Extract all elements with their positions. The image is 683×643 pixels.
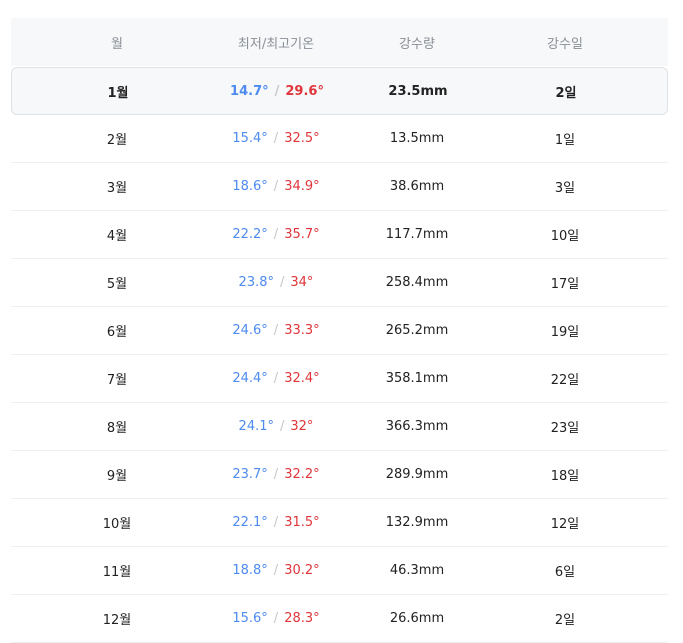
rain-days-cell: 10일: [550, 229, 580, 244]
low-temp: 23.7°: [232, 467, 268, 482]
high-temp: 35.7°: [284, 227, 320, 242]
high-temp: 30.2°: [284, 563, 320, 578]
temp-separator: /: [273, 371, 279, 386]
low-temp: 23.8°: [238, 275, 274, 290]
temp-separator: /: [280, 275, 285, 290]
rain-days-cell: 17일: [550, 277, 580, 292]
high-temp: 33.3°: [284, 323, 320, 338]
temp-separator: /: [280, 419, 285, 434]
high-temp: 31.5°: [284, 515, 320, 530]
low-temp: 24.1°: [238, 419, 274, 434]
table-row[interactable]: 6월 24.6°/33.3° 265.2mm 19일: [11, 307, 668, 355]
high-temp: 34.9°: [284, 179, 320, 194]
table-body: 1월 14.7°/29.6° 23.5mm 2일 2월 15.4°/32.5° 13.5mm…: [11, 67, 668, 643]
temp-separator: /: [273, 563, 279, 578]
high-temp: 32°: [290, 419, 314, 434]
high-temp: 28.3°: [284, 611, 320, 626]
low-temp: 18.8°: [232, 563, 268, 578]
rain-days-cell: 23일: [550, 421, 580, 436]
rain-days-cell: 1일: [554, 133, 576, 148]
table-row[interactable]: 4월 22.2°/35.7° 117.7mm 10일: [11, 211, 668, 259]
table-row[interactable]: 11월 18.8°/30.2° 46.3mm 6일: [11, 547, 668, 595]
high-temp: 34°: [290, 275, 314, 290]
temp-separator: /: [273, 131, 279, 146]
low-temp: 22.2°: [232, 227, 268, 242]
low-temp: 24.6°: [232, 323, 268, 338]
table-row[interactable]: 9월 23.7°/32.2° 289.9mm 18일: [11, 451, 668, 499]
high-temp: 32.2°: [284, 467, 320, 482]
header-rain-days: 강수일: [547, 36, 583, 52]
table-row[interactable]: 10월 22.1°/31.5° 132.9mm 12일: [11, 499, 668, 547]
rain-days-cell: 2일: [555, 85, 577, 101]
low-temp: 18.6°: [232, 179, 268, 194]
rain-days-cell: 6일: [554, 565, 576, 580]
low-temp: 14.7°: [230, 83, 269, 99]
rain-days-cell: 19일: [550, 325, 580, 340]
high-temp: 32.4°: [284, 371, 320, 386]
high-temp: 32.5°: [284, 131, 320, 146]
temp-separator: /: [273, 227, 279, 242]
low-temp: 24.4°: [232, 371, 268, 386]
rain-days-cell: 22일: [550, 373, 580, 388]
table-row[interactable]: 2월 15.4°/32.5° 13.5mm 1일: [11, 115, 668, 163]
rain-days-cell: 3일: [554, 181, 576, 196]
table-row[interactable]: 3월 18.6°/34.9° 38.6mm 3일: [11, 163, 668, 211]
temp-separator: /: [273, 179, 279, 194]
temp-separator: /: [273, 515, 279, 530]
low-temp: 15.6°: [232, 611, 268, 626]
table-row[interactable]: 7월 24.4°/32.4° 358.1mm 22일: [11, 355, 668, 403]
table-header-row: 월 최저/최고기온 강수량 강수일: [11, 18, 668, 66]
temp-separator: /: [274, 83, 280, 99]
temp-separator: /: [273, 611, 279, 626]
rain-days-cell: 12일: [550, 517, 580, 532]
temp-separator: /: [273, 323, 279, 338]
rain-days-cell: 2일: [554, 613, 576, 628]
rain-days-cell: 18일: [550, 469, 580, 484]
table-row[interactable]: 1월 14.7°/29.6° 23.5mm 2일: [11, 67, 668, 115]
monthly-climate-table: 월 최저/최고기온 강수량 강수일 1월 14.7°/29.6° 23.5mm 2일 2…: [11, 18, 668, 643]
low-temp: 22.1°: [232, 515, 268, 530]
table-row[interactable]: 8월 24.1°/32° 366.3mm 23일: [11, 403, 668, 451]
table-row[interactable]: 12월 15.6°/28.3° 26.6mm 2일: [11, 595, 668, 643]
temp-separator: /: [273, 467, 279, 482]
table-row[interactable]: 5월 23.8°/34° 258.4mm 17일: [11, 259, 668, 307]
low-temp: 15.4°: [232, 131, 268, 146]
